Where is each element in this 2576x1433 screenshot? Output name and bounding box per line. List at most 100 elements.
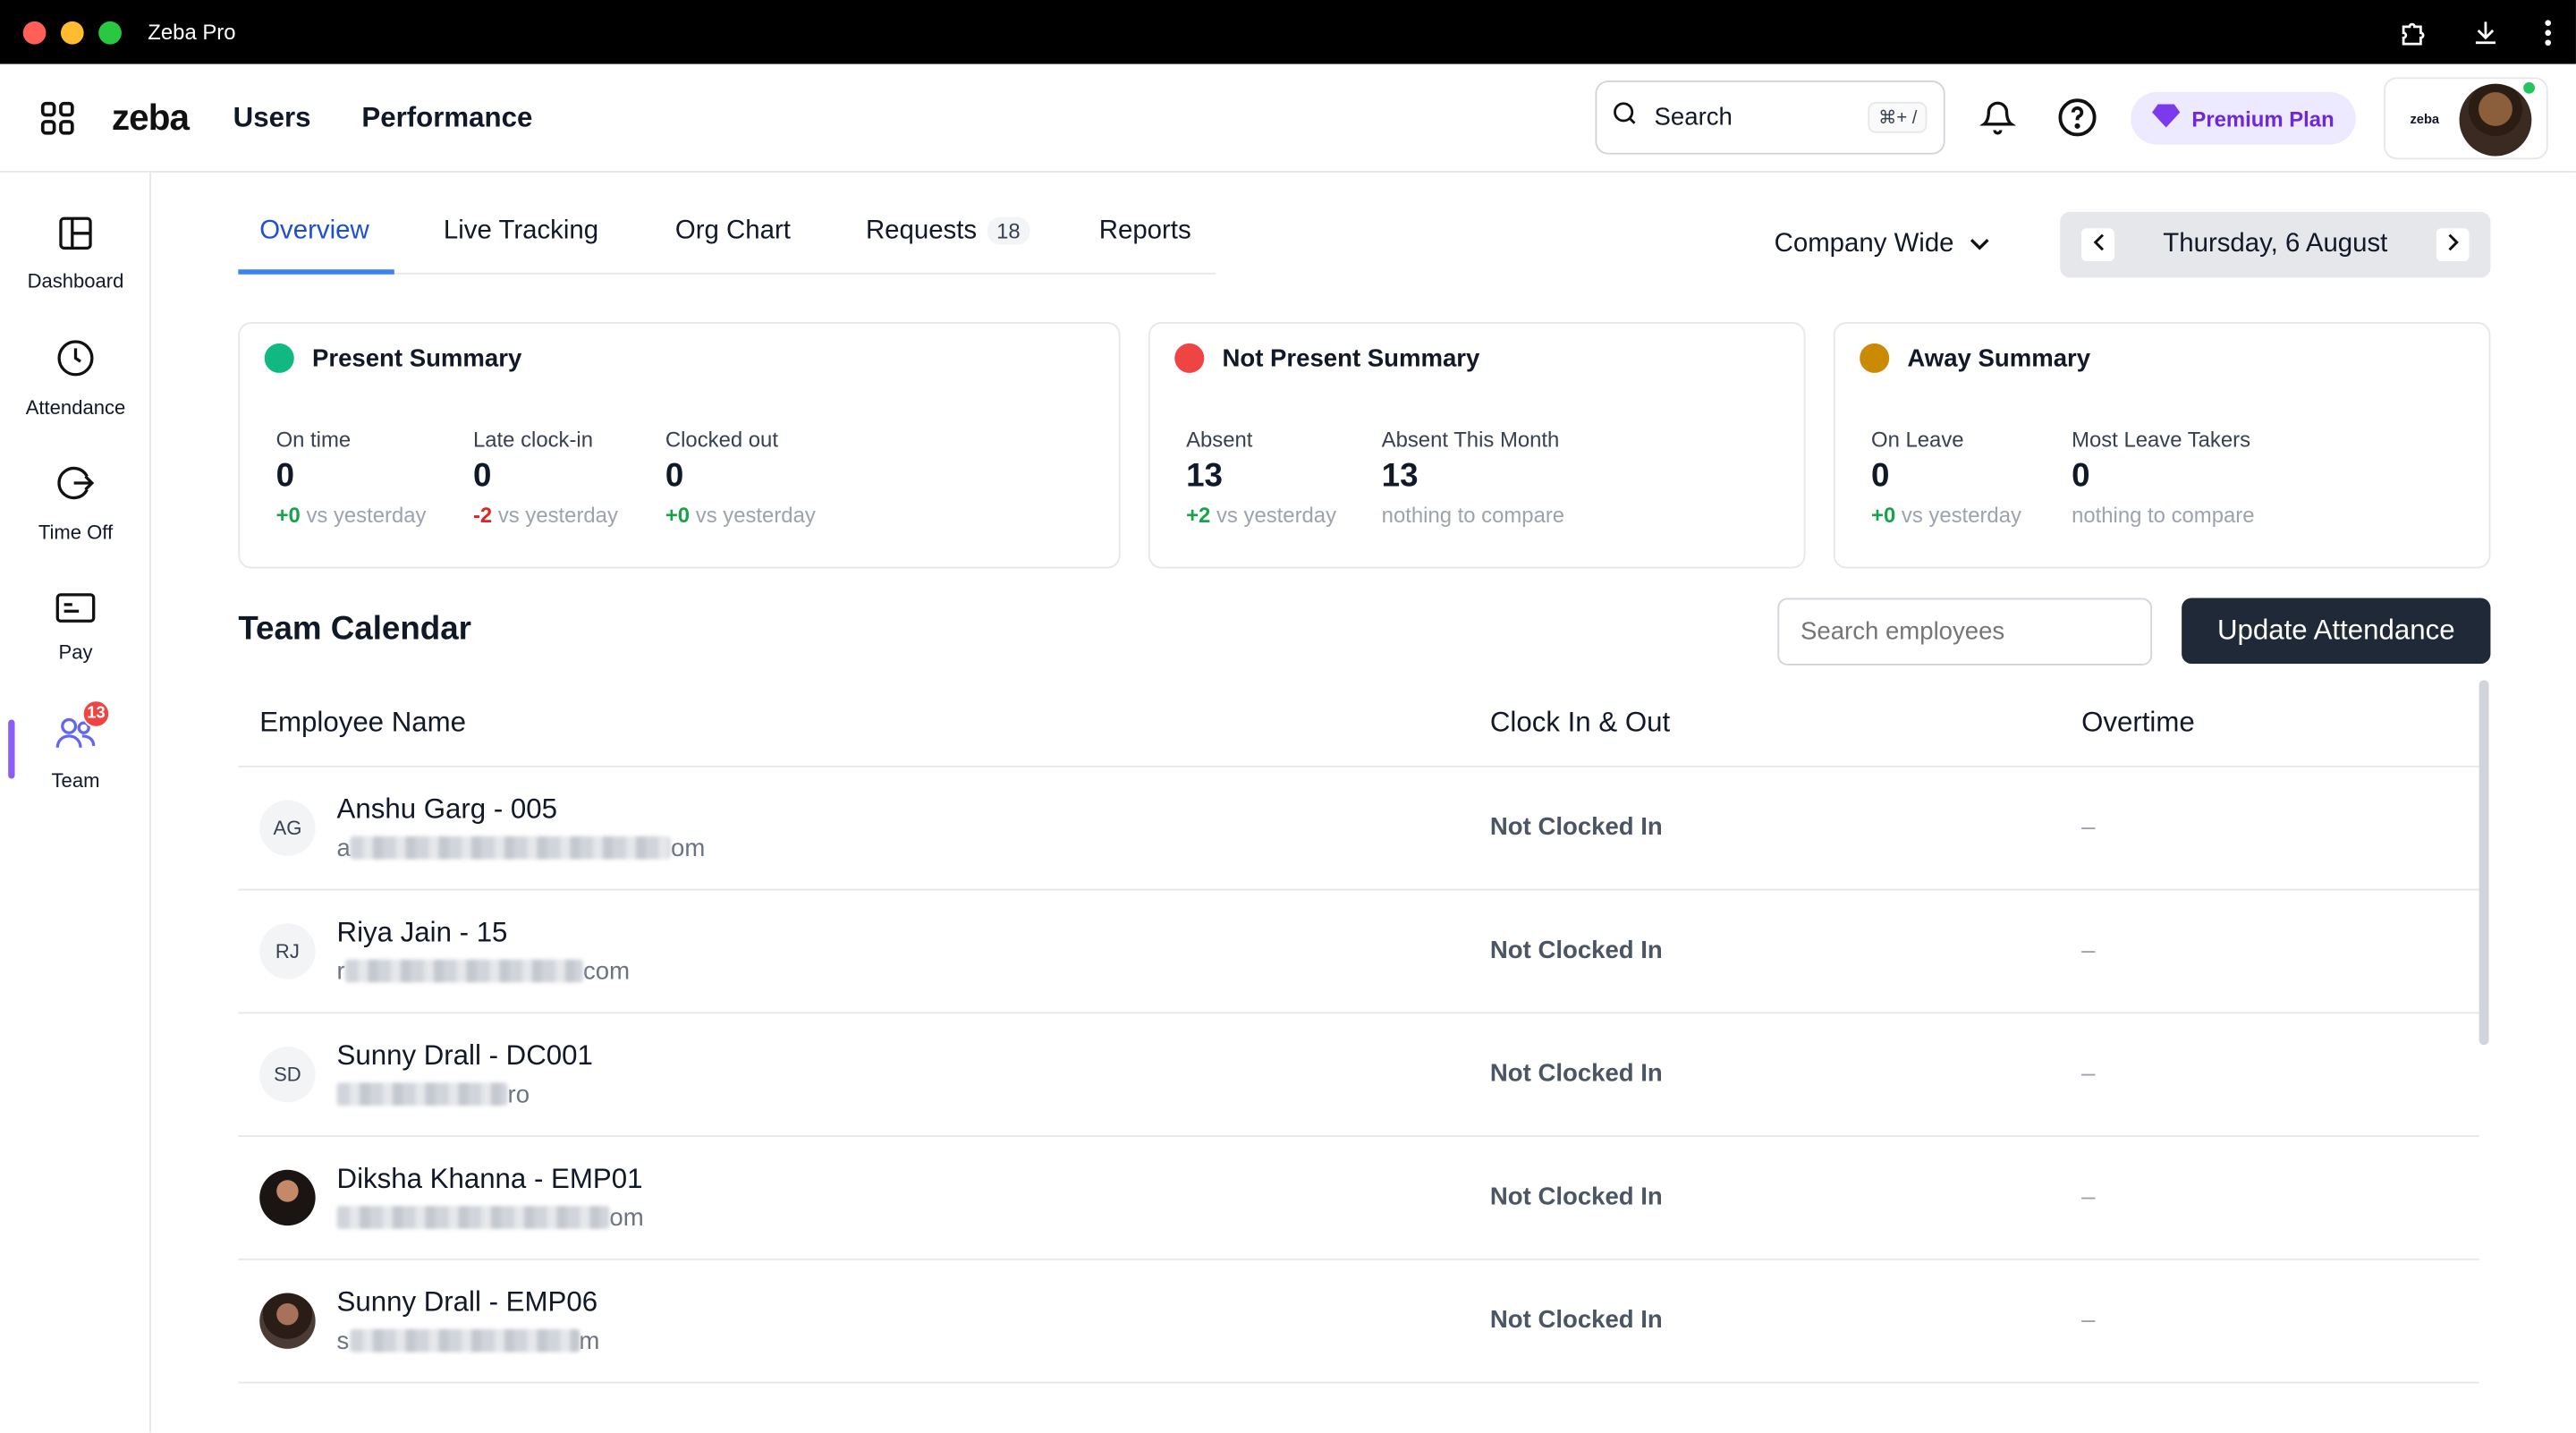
metric-value: 0 [665, 458, 684, 495]
delta-text: vs yesterday [1216, 503, 1337, 528]
tab-org-chart[interactable]: Org Chart [675, 216, 791, 246]
tab-overview[interactable]: Overview [259, 216, 369, 246]
search-shortcut: ⌘+ / [1868, 101, 1928, 133]
premium-plan-label: Premium Plan [2191, 106, 2334, 131]
sidebar-item-label: Attendance [25, 395, 126, 420]
employee-email: om [336, 1204, 644, 1233]
column-header-overtime[interactable]: Overtime [2081, 707, 2195, 740]
window-controls [22, 20, 122, 44]
team-calendar-title: Team Calendar [238, 611, 471, 648]
download-icon[interactable] [2470, 17, 2500, 47]
extension-icon[interactable] [2399, 17, 2428, 47]
nav-users[interactable]: Users [233, 101, 311, 134]
sidebar-item-label: Dashboard [27, 269, 124, 293]
team-notification-badge: 13 [81, 700, 111, 728]
apps-grid-icon[interactable] [39, 99, 75, 135]
search-employees-input[interactable] [1777, 598, 2153, 666]
app-window: Zeba Pro zeba Users Performance Search ⌘… [0, 0, 2576, 1433]
title-bar: Zeba Pro [0, 0, 2576, 64]
metric-value: 0 [1871, 458, 1890, 495]
redacted-email [336, 1082, 508, 1107]
status-dot-icon [1174, 343, 1205, 373]
sidebar-item-team[interactable]: 13 Team [0, 700, 151, 793]
chevron-left-icon [2092, 230, 2104, 259]
table-scrollbar[interactable] [2479, 680, 2489, 1046]
sidebar-item-dashboard[interactable]: Dashboard [0, 216, 151, 293]
column-header-employee-name[interactable]: Employee Name [259, 707, 466, 740]
previous-day-button[interactable] [2081, 228, 2114, 262]
metric-on-leave: On Leave 0 +0 vs yesterday [1871, 428, 2021, 528]
tab-reports[interactable]: Reports [1099, 216, 1191, 246]
window-title: Zeba Pro [148, 20, 236, 45]
metric-label: Clocked out [665, 427, 778, 453]
employee-name[interactable]: Sunny Drall - DC001 [337, 1040, 593, 1073]
update-attendance-button[interactable]: Update Attendance [2182, 598, 2491, 665]
table-row[interactable]: Sunny Drall - EMP06 sm Not Clocked In – [238, 1260, 2479, 1384]
redacted-email [349, 1328, 580, 1352]
chevron-right-icon [2447, 230, 2459, 259]
metric-on-time: On time 0 +0 vs yesterday [276, 428, 427, 528]
avatar [2459, 83, 2532, 157]
search-icon [1610, 98, 1640, 136]
sidebar-item-pay[interactable]: Pay [0, 593, 151, 664]
maximize-window-button[interactable] [98, 20, 122, 44]
employee-email: r com [337, 958, 631, 986]
metric-delta: +0 vs yesterday [665, 503, 816, 528]
sidebar-item-time-off[interactable]: Time Off [0, 463, 151, 544]
column-header-clock-in-out[interactable]: Clock In & Out [1490, 707, 1670, 740]
metric-label: Absent This Month [1381, 427, 1560, 453]
tab-live-tracking[interactable]: Live Tracking [444, 216, 598, 246]
metric-value: 0 [275, 458, 294, 495]
close-window-button[interactable] [22, 20, 47, 44]
company-scope-label: Company Wide [1774, 230, 1954, 259]
profile-menu[interactable]: zeba [2384, 77, 2548, 160]
clock-status: Not Clocked In [1489, 813, 1663, 842]
premium-plan-badge[interactable]: Premium Plan [2131, 91, 2356, 145]
global-search[interactable]: Search ⌘+ / [1595, 80, 1945, 155]
employee-name[interactable]: Anshu Garg - 005 [337, 793, 557, 827]
table-row[interactable]: Diksha Khanna - EMP01 om Not Clocked In … [238, 1137, 2479, 1260]
top-header: zeba Users Performance Search ⌘+ / Premi… [0, 64, 2576, 173]
overtime-value: – [2081, 936, 2096, 965]
more-vertical-icon[interactable] [2543, 17, 2553, 47]
delta-text: vs yesterday [306, 503, 427, 528]
metric-value: 0 [472, 458, 492, 495]
employee-name[interactable]: Riya Jain - 15 [337, 917, 508, 950]
dashboard-icon [57, 216, 93, 260]
employee-name[interactable]: Diksha Khanna - EMP01 [337, 1163, 643, 1196]
clock-status: Not Clocked In [1489, 1306, 1663, 1335]
tab-requests[interactable]: Requests 18 [866, 216, 1030, 246]
status-dot-icon [1860, 343, 1890, 373]
sidebar-item-label: Team [51, 768, 100, 793]
search-label: Search [1654, 103, 1733, 131]
table-row[interactable]: SD Sunny Drall - DC001 ro Not Clocked In… [238, 1013, 2479, 1137]
sidebar-item-attendance[interactable]: Attendance [0, 338, 151, 419]
table-row[interactable]: AG Anshu Garg - 005 a om Not Clocked In – [238, 767, 2479, 891]
selected-date[interactable]: Thursday, 6 August [2163, 230, 2387, 259]
card-title: Present Summary [311, 343, 522, 373]
notification-bell-icon[interactable] [1979, 97, 2017, 144]
metric-value: 13 [1381, 458, 1419, 495]
delta-value: +2 [1186, 503, 1211, 528]
avatar [259, 1293, 316, 1349]
minimize-window-button[interactable] [60, 20, 84, 44]
card-header: Not Present Summary [1174, 343, 1479, 373]
help-icon[interactable] [2057, 97, 2098, 146]
delta-value: +0 [1871, 503, 1896, 528]
redacted-email [336, 1206, 610, 1229]
overtime-value: – [2081, 813, 2096, 842]
metric-delta: +0 vs yesterday [276, 503, 427, 528]
company-scope-dropdown[interactable]: Company Wide [1775, 230, 1990, 259]
redacted-email [344, 959, 584, 983]
metric-delta: +0 vs yesterday [1871, 503, 2021, 528]
avatar: SD [259, 1046, 316, 1103]
employee-name[interactable]: Sunny Drall - EMP06 [337, 1286, 598, 1319]
table-header: Employee Name Clock In & Out Overtime [238, 687, 2479, 767]
metric-delta: +2 vs yesterday [1186, 503, 1336, 528]
delta-text: vs yesterday [1901, 503, 2021, 528]
nav-performance[interactable]: Performance [361, 101, 532, 134]
diamond-icon [2152, 104, 2181, 133]
table-row[interactable]: RJ Riya Jain - 15 r com Not Clocked In – [238, 890, 2479, 1014]
next-day-button[interactable] [2436, 228, 2470, 262]
zeba-logo[interactable]: zeba [112, 96, 190, 139]
